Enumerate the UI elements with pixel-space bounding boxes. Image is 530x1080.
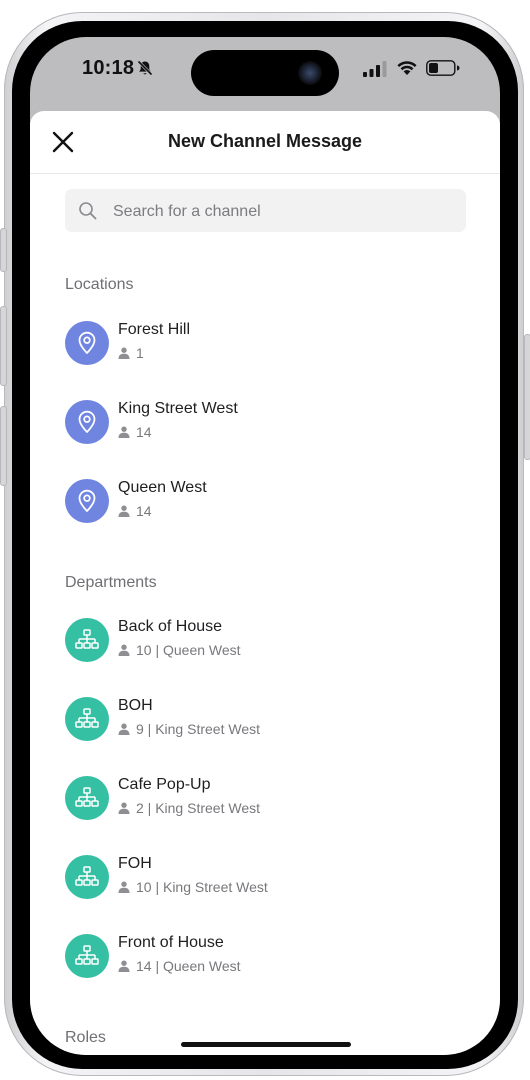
list-item-department[interactable]: Back of House 10 | Queen West [65, 618, 465, 678]
item-title: Front of House [118, 934, 224, 951]
person-icon [118, 881, 130, 893]
list-item-location[interactable]: King Street West 14 [65, 400, 465, 460]
list-item-location[interactable]: Queen West 14 [65, 479, 465, 539]
org-chart-icon [75, 787, 99, 807]
dynamic-island [191, 50, 339, 96]
person-icon [118, 723, 130, 735]
item-meta: 10 | King Street West [118, 879, 268, 895]
power-button [524, 334, 530, 460]
list-item-department[interactable]: BOH 9 | King Street West [65, 697, 465, 757]
item-title: FOH [118, 855, 152, 872]
item-title: Back of House [118, 618, 223, 635]
screen: 10:18 New Channel Message Search for a c… [30, 37, 500, 1055]
page-title: New Channel Message [167, 131, 363, 151]
status-time: 10:18 [82, 57, 135, 79]
search-input[interactable] [111, 189, 455, 234]
org-chart-icon [75, 629, 99, 649]
person-icon [118, 426, 130, 438]
list-item-location[interactable]: Forest Hill 1 [65, 321, 465, 381]
status-bar: 10:18 [30, 37, 500, 111]
org-chart-icon [75, 945, 99, 965]
item-title: King Street West [118, 400, 238, 417]
list-item-department[interactable]: Front of House 14 | Queen West [65, 934, 465, 994]
item-meta: 10 | Queen West [118, 642, 241, 658]
person-icon [118, 644, 130, 656]
item-meta: 2 | King Street West [118, 800, 260, 816]
member-count-location: 10 | King Street West [136, 879, 268, 895]
item-meta: 14 | Queen West [118, 958, 241, 974]
member-count: 14 [136, 424, 152, 440]
volume-up-button [0, 306, 7, 386]
home-indicator[interactable] [181, 1042, 351, 1047]
cellular-signal-icon [363, 61, 387, 77]
item-meta: 1 [118, 345, 144, 361]
volume-down-button [0, 406, 7, 486]
location-pin-icon [78, 489, 96, 512]
department-avatar [65, 855, 109, 899]
location-avatar [65, 321, 109, 365]
department-avatar [65, 776, 109, 820]
item-meta: 14 [118, 424, 152, 440]
member-count: 14 [136, 503, 152, 519]
battery-icon [426, 60, 460, 76]
action-button [0, 228, 7, 272]
item-title: BOH [118, 697, 153, 714]
new-channel-sheet: New Channel Message Locations Forest Hil… [30, 111, 500, 1055]
person-icon [118, 347, 130, 359]
location-pin-icon [78, 331, 96, 354]
item-title: Forest Hill [118, 321, 191, 338]
section-label-departments: Departments [65, 574, 157, 591]
member-count-location: 9 | King Street West [136, 721, 260, 737]
camera-icon [298, 61, 322, 85]
item-meta: 9 | King Street West [118, 721, 260, 737]
search-icon [79, 202, 97, 220]
location-pin-icon [78, 410, 96, 433]
location-avatar [65, 400, 109, 444]
department-avatar [65, 618, 109, 662]
list-item-department[interactable]: FOH 10 | King Street West [65, 855, 465, 915]
bell-muted-icon [137, 60, 153, 76]
search-bar[interactable] [65, 189, 466, 234]
member-count-location: 2 | King Street West [136, 800, 260, 816]
item-meta: 14 [118, 503, 152, 519]
org-chart-icon [75, 708, 99, 728]
list-item-department[interactable]: Cafe Pop-Up 2 | King Street West [65, 776, 465, 836]
item-title: Cafe Pop-Up [118, 776, 211, 793]
department-avatar [65, 934, 109, 978]
item-title: Queen West [118, 479, 207, 496]
department-avatar [65, 697, 109, 741]
person-icon [118, 960, 130, 972]
sheet-header: New Channel Message [30, 111, 500, 174]
section-label-locations: Locations [65, 276, 134, 293]
org-chart-icon [75, 866, 99, 886]
section-label-roles: Roles [65, 1029, 106, 1046]
member-count-location: 14 | Queen West [136, 958, 241, 974]
person-icon [118, 802, 130, 814]
member-count: 1 [136, 345, 144, 361]
person-icon [118, 505, 130, 517]
member-count-location: 10 | Queen West [136, 642, 241, 658]
wifi-icon [397, 61, 417, 75]
location-avatar [65, 479, 109, 523]
